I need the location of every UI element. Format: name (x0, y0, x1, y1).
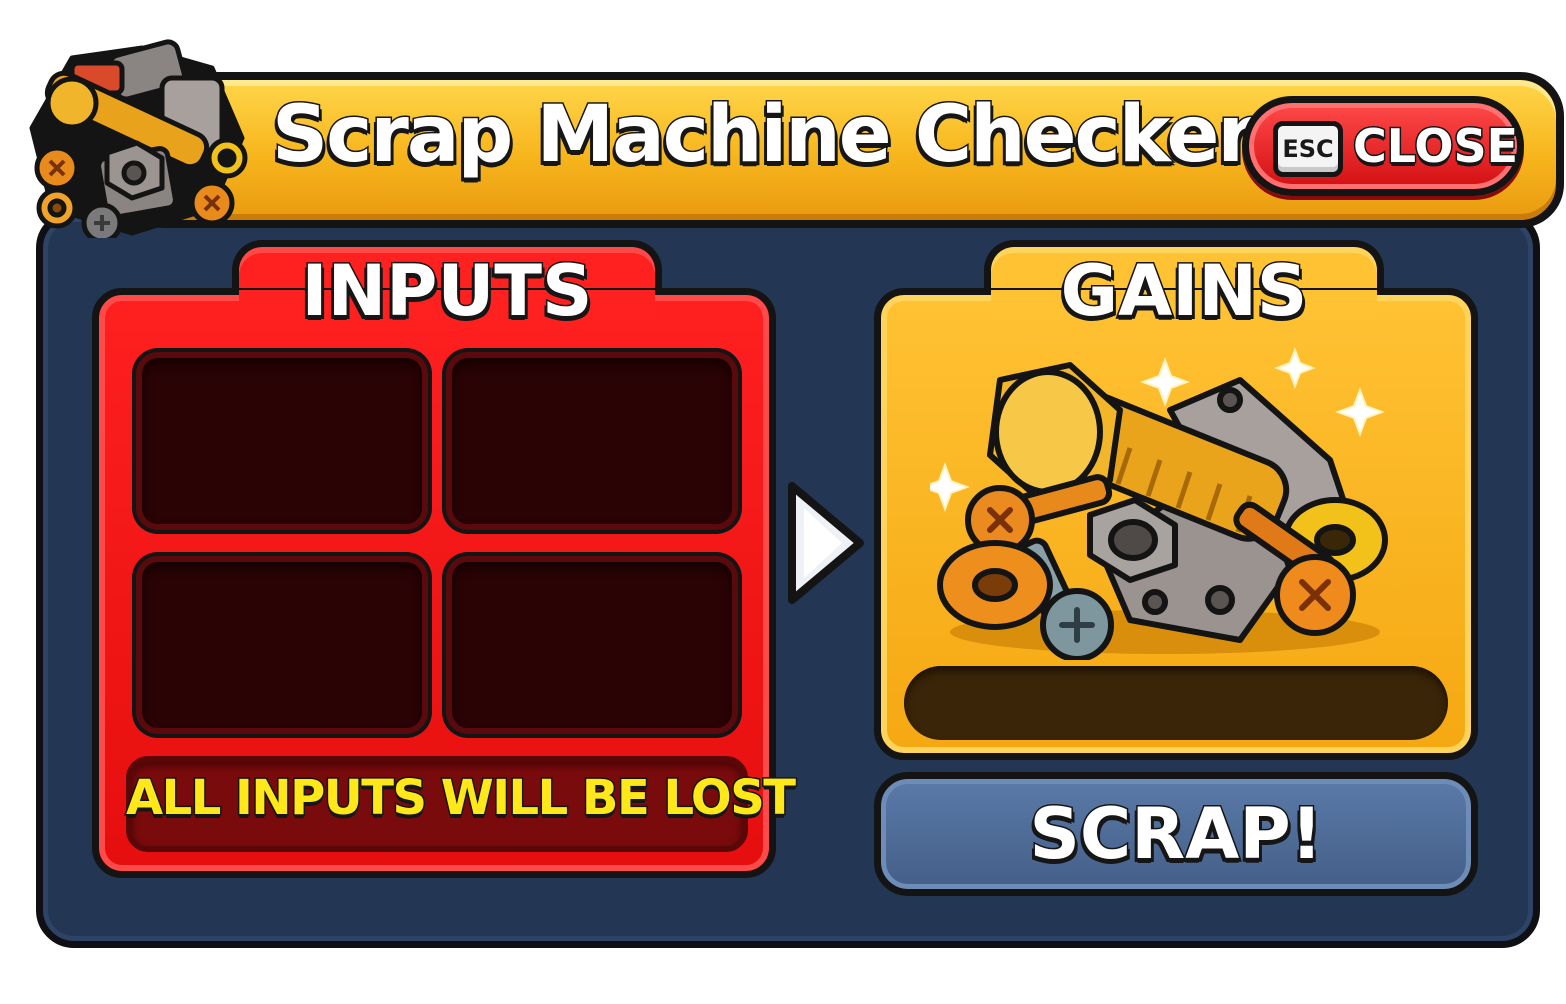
close-label: CLOSE (1351, 118, 1519, 175)
warning-text: ALL INPUTS WILL BE LOST (125, 769, 798, 828)
scrap-button-label: SCRAP! (1028, 792, 1324, 877)
scrap-logo-icon (29, 39, 248, 238)
esc-key-icon: ESC (1273, 121, 1343, 177)
scrap-button[interactable]: SCRAP! (874, 772, 1478, 896)
gains-title: GAINS (1059, 249, 1309, 334)
arrow-right-icon (788, 482, 864, 604)
close-button[interactable]: ESC CLOSE (1242, 96, 1524, 196)
window-title: Scrap Machine Checker (271, 89, 1258, 182)
inputs-title: INPUTS (300, 249, 594, 334)
gains-amount-bar (904, 666, 1448, 740)
scrap-pile-icon (930, 347, 1388, 660)
input-slot-4[interactable] (446, 556, 738, 734)
input-slot-3[interactable] (136, 556, 428, 734)
input-slot-2[interactable] (446, 352, 738, 530)
input-slot-1[interactable] (136, 352, 428, 530)
